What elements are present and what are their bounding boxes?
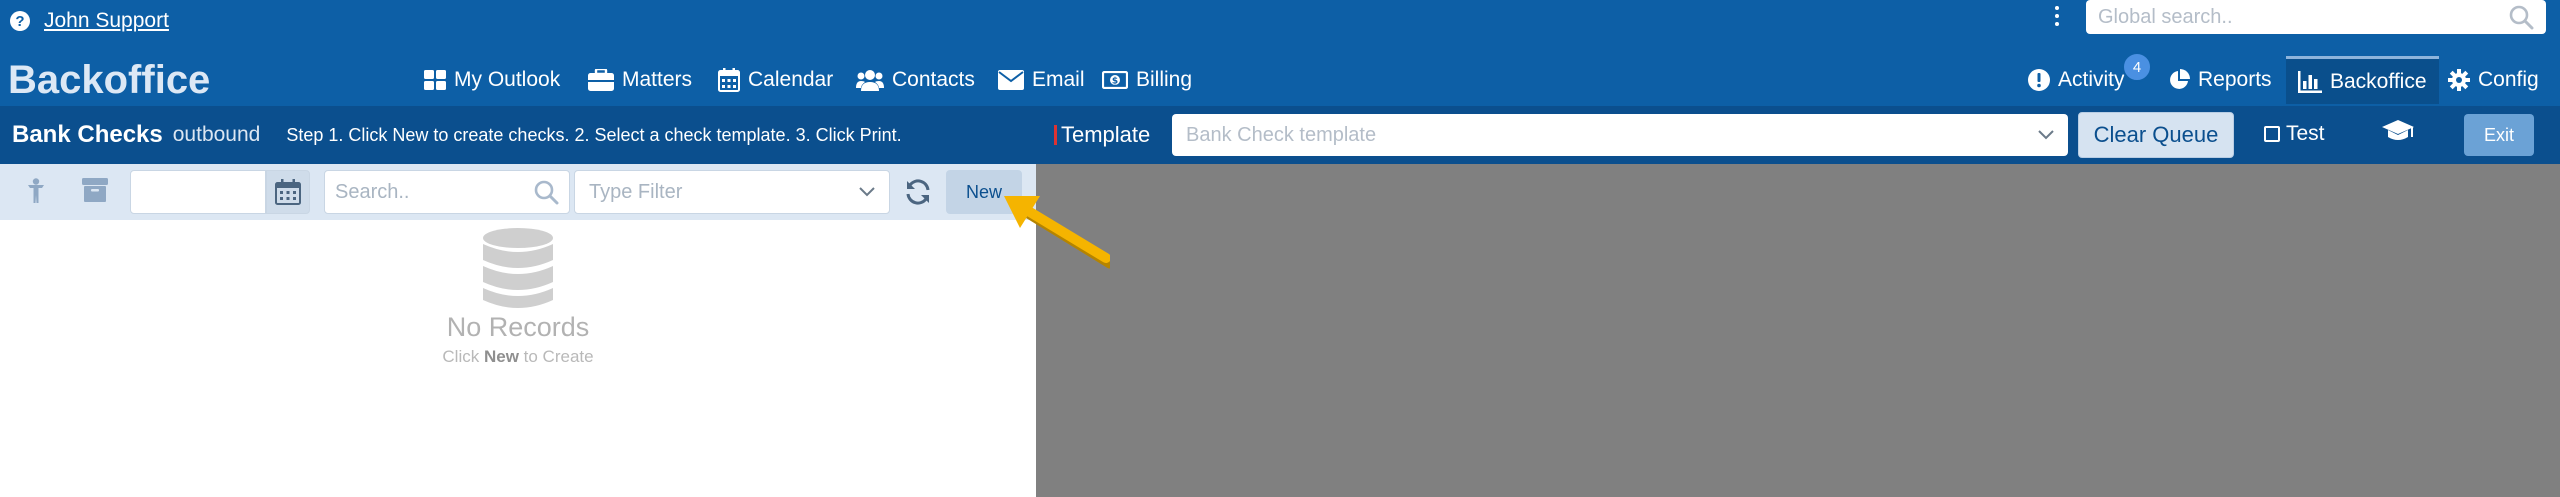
person-icon[interactable] [26, 178, 46, 209]
pie-chart-icon [2170, 69, 2190, 89]
chevron-down-icon [859, 187, 875, 197]
search-placeholder: Search.. [335, 180, 410, 203]
type-filter-select[interactable]: Type Filter [574, 170, 890, 214]
envelope-icon [998, 70, 1024, 90]
nav-backoffice[interactable]: Backoffice [2286, 56, 2439, 104]
app-header: ? John Support Backoffice My Outlook Mat… [0, 0, 2560, 106]
instructions-text: Step 1. Click New to create checks. 2. S… [286, 124, 902, 145]
page-title: Bank Checks [12, 121, 163, 148]
gear-icon [2448, 69, 2470, 91]
test-toggle[interactable]: Test [2264, 122, 2325, 146]
empty-state: No Records Click New to Create [0, 228, 1036, 367]
bank-checks-title-bar: Bank Checks outbound Step 1. Click New t… [0, 106, 1036, 164]
required-marker [1054, 125, 1057, 145]
refresh-icon[interactable] [904, 178, 932, 211]
empty-hint-new: New [483, 347, 519, 366]
search-icon[interactable] [533, 179, 559, 205]
nav-label: Activity [2058, 68, 2125, 91]
users-icon [856, 70, 884, 91]
template-select[interactable]: Bank Check template [1172, 114, 2068, 156]
money-icon: $ [1102, 71, 1128, 89]
search-icon[interactable] [2508, 4, 2534, 30]
database-icon [483, 228, 553, 308]
nav-activity[interactable]: Activity [2028, 62, 2125, 98]
app-brand: Backoffice [8, 58, 211, 102]
template-label: Template [1054, 122, 1150, 148]
empty-hint-suffix: to Create [518, 347, 594, 366]
nav-reports[interactable]: Reports [2168, 62, 2272, 98]
empty-hint: Click New to Create [442, 347, 593, 367]
clear-queue-button[interactable]: Clear Queue [2078, 112, 2234, 158]
nav-label: Backoffice [2330, 69, 2427, 93]
template-select-placeholder: Bank Check template [1186, 123, 1377, 146]
archive-icon[interactable] [82, 178, 108, 207]
global-search[interactable] [2086, 0, 2546, 34]
page-subtitle: outbound [172, 123, 261, 146]
exit-button[interactable]: Exit [2464, 114, 2534, 156]
nav-my-outlook[interactable]: My Outlook [424, 62, 560, 98]
type-filter-placeholder: Type Filter [589, 180, 683, 203]
checks-list: No Records Click New to Create [0, 220, 1036, 497]
nav-label: Reports [2198, 68, 2272, 91]
more-vertical-icon[interactable] [2052, 4, 2062, 28]
checks-toolbar: Search.. Type Filter New [0, 164, 1036, 220]
chevron-down-icon [2038, 130, 2054, 140]
pointer-arrow-annotation [1004, 196, 1110, 269]
nav-billing[interactable]: $ Billing [1102, 62, 1192, 98]
briefcase-icon [588, 69, 614, 91]
date-picker-button[interactable] [266, 170, 310, 214]
nav-config[interactable]: Config [2448, 62, 2539, 98]
test-checkbox[interactable] [2264, 126, 2280, 142]
global-search-input[interactable] [2098, 5, 2508, 29]
nav-calendar[interactable]: Calendar [718, 62, 833, 98]
nav-label: Matters [622, 68, 693, 91]
user-name-link[interactable]: John Support [44, 9, 169, 33]
nav-contacts[interactable]: Contacts [856, 62, 975, 98]
nav-label: My Outlook [454, 68, 561, 91]
svg-text:$: $ [1112, 77, 1118, 87]
nav-label: Contacts [892, 68, 975, 91]
check-preview-area [1036, 164, 2560, 497]
calendar-icon [275, 179, 301, 205]
calendar-icon [718, 68, 740, 92]
template-label-text: Template [1061, 122, 1151, 147]
test-label: Test [2286, 122, 2325, 145]
activity-count-badge: 4 [2122, 52, 2152, 82]
exclamation-icon [2028, 69, 2050, 91]
nav-email[interactable]: Email [998, 62, 1085, 98]
nav-label: Calendar [748, 68, 834, 91]
nav-label: Billing [1136, 68, 1193, 91]
user-menu[interactable]: ? John Support [10, 6, 169, 36]
empty-hint-prefix: Click [442, 347, 484, 366]
graduation-cap-icon[interactable] [2382, 118, 2414, 149]
bar-chart-icon [2298, 70, 2322, 93]
question-circle-icon[interactable]: ? [10, 11, 30, 31]
template-toolbar: Template Bank Check template Clear Queue… [1036, 106, 2560, 164]
nav-matters[interactable]: Matters [588, 62, 692, 98]
nav-label: Config [2478, 68, 2539, 91]
dashboard-icon [424, 70, 446, 90]
empty-title: No Records [446, 312, 590, 342]
date-input[interactable] [130, 170, 266, 214]
nav-label: Email [1032, 68, 1085, 91]
checks-search-input[interactable]: Search.. [324, 170, 570, 214]
